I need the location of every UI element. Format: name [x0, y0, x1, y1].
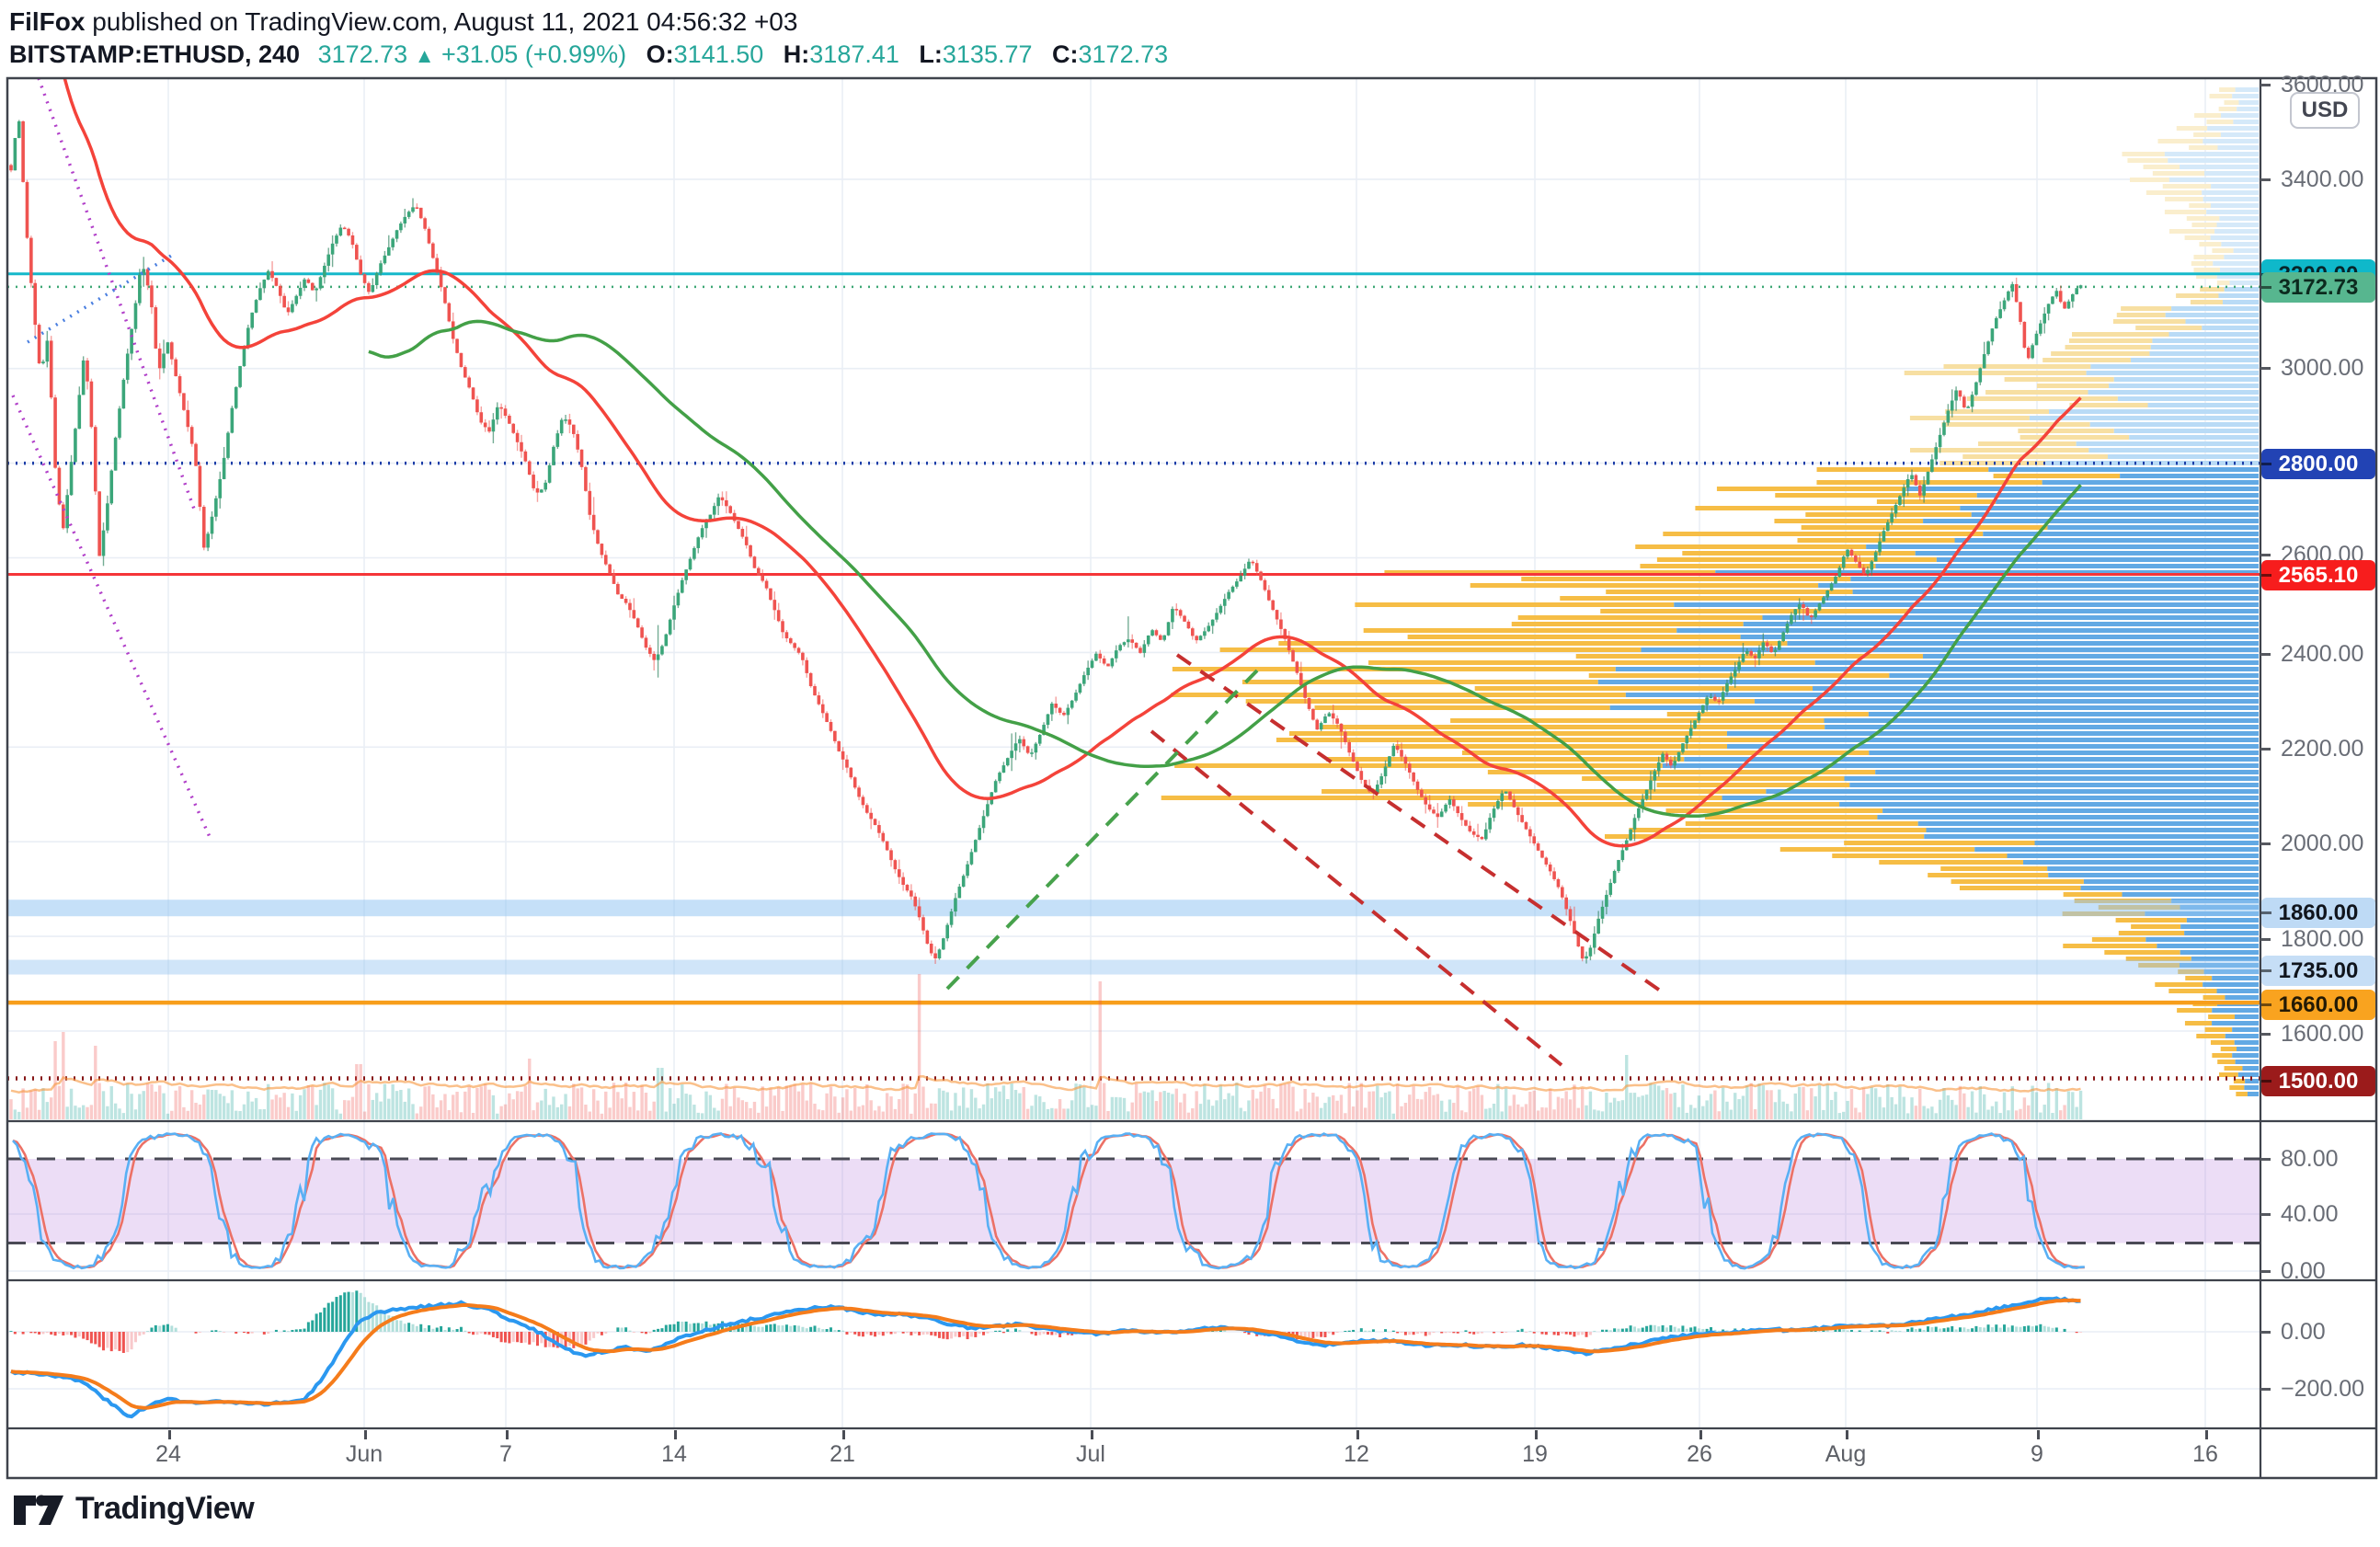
price-level-badge: 1500.00	[2261, 1066, 2375, 1096]
chart-canvas[interactable]	[0, 0, 2380, 1547]
time-tick-label: 16	[2164, 1428, 2247, 1476]
price-level-badge: 1860.00	[2261, 898, 2375, 928]
time-tick-label: Jun	[323, 1428, 406, 1476]
close-value: 3172.73	[1079, 40, 1169, 68]
price-tick-label: 3400.00	[2260, 165, 2376, 194]
price-tick-label: 2200.00	[2260, 734, 2376, 763]
stoch-tick-label: 80.00	[2260, 1144, 2376, 1174]
author-name: FilFox	[9, 7, 85, 36]
price-tick-label: 2400.00	[2260, 639, 2376, 669]
time-tick-label: 21	[801, 1428, 884, 1476]
time-tick-label: 14	[633, 1428, 715, 1476]
publish-caption: FilFox published on TradingView.com, Aug…	[9, 7, 797, 37]
stoch-tick-label: 0.00	[2260, 1256, 2376, 1286]
open-value: 3141.50	[674, 40, 764, 68]
macd-tick-label: 0.00	[2260, 1317, 2376, 1346]
low-value: 3135.77	[943, 40, 1033, 68]
macd-tick-label: −200.00	[2260, 1374, 2376, 1404]
time-tick-label: 12	[1315, 1428, 1398, 1476]
high-label: H:	[784, 40, 810, 68]
price-tick-label: 1800.00	[2260, 924, 2376, 954]
time-tick-label: 26	[1658, 1428, 1741, 1476]
close-label: C:	[1052, 40, 1079, 68]
publish-info: published on TradingView.com, August 11,…	[85, 7, 797, 36]
currency-button[interactable]: USD	[2290, 92, 2360, 129]
price-change: +31.05 (+0.99%)	[441, 40, 626, 68]
low-label: L:	[919, 40, 942, 68]
time-tick-label: 9	[1996, 1428, 2078, 1476]
price-tick-label: 2000.00	[2260, 829, 2376, 858]
time-tick-label: 24	[127, 1428, 210, 1476]
tradingview-published-chart: FilFox published on TradingView.com, Aug…	[0, 0, 2380, 1547]
up-arrow-icon: ▲	[415, 44, 435, 67]
price-level-badge: 1660.00	[2261, 990, 2375, 1020]
tradingview-logo-icon	[13, 1486, 64, 1530]
price-level-badge: 2800.00	[2261, 449, 2375, 479]
tradingview-logo[interactable]: TradingView	[13, 1486, 254, 1530]
time-tick-label: Jul	[1049, 1428, 1132, 1476]
symbol-name[interactable]: BITSTAMP:ETHUSD, 240	[9, 40, 300, 68]
price-tick-label: 1600.00	[2260, 1019, 2376, 1049]
price-level-badge: 1735.00	[2261, 956, 2375, 986]
time-tick-label: 19	[1493, 1428, 1576, 1476]
stoch-tick-label: 40.00	[2260, 1199, 2376, 1229]
tradingview-logo-text: TradingView	[75, 1491, 254, 1527]
price-tick-label: 3000.00	[2260, 353, 2376, 383]
time-tick-label: Aug	[1804, 1428, 1887, 1476]
open-label: O:	[646, 40, 674, 68]
symbol-legend[interactable]: BITSTAMP:ETHUSD, 240 3172.73 ▲ +31.05 (+…	[9, 40, 1168, 69]
last-price: 3172.73	[318, 40, 408, 68]
high-value: 3187.41	[809, 40, 899, 68]
price-level-badge: 2565.10	[2261, 560, 2375, 590]
price-level-badge: 3172.73	[2261, 272, 2375, 303]
time-tick-label: 7	[464, 1428, 547, 1476]
